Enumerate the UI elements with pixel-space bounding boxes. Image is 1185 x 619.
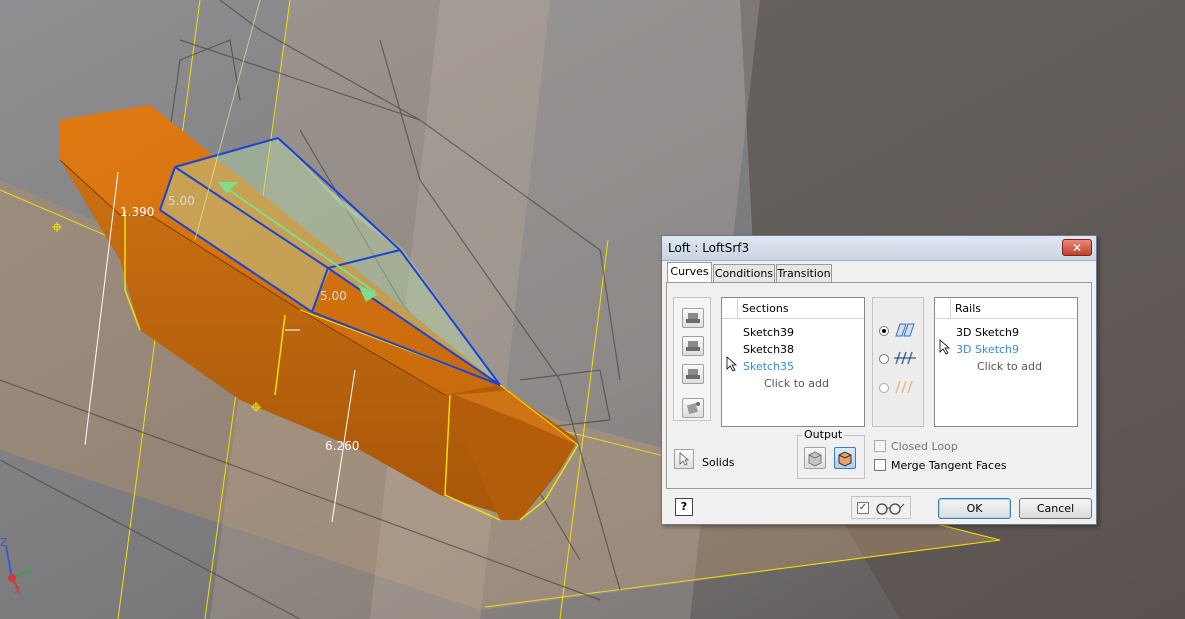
move-up-button[interactable] (682, 308, 704, 328)
rails-click-to-add[interactable]: Click to add (977, 360, 1042, 373)
triad-x-label: X (14, 586, 21, 597)
move-up-icon (686, 313, 700, 323)
reorder-button[interactable] (682, 364, 704, 384)
dimension-1390: 1.390 (120, 205, 154, 219)
dimension-500-b: 5.00 (320, 289, 347, 303)
area-loft-radio[interactable] (879, 383, 889, 393)
preview-group: ✓ (851, 496, 911, 519)
output-group: Output (797, 428, 865, 479)
rail-item[interactable]: 3D Sketch9 (956, 326, 1019, 339)
loft-dialog: Loft : LoftSrf3 ✕ Curves Conditions Tran… (661, 235, 1097, 525)
rail-item-highlighted[interactable]: 3D Sketch9 (956, 343, 1019, 356)
rails-list[interactable]: Rails 3D Sketch9 3D Sketch9 Click to add (934, 297, 1078, 427)
tab-transition[interactable]: Transition (776, 264, 832, 282)
help-button[interactable]: ? (675, 498, 693, 516)
rails-radio[interactable] (879, 326, 889, 336)
merge-tangent-checkbox[interactable] (874, 459, 886, 471)
solid-icon (808, 451, 822, 467)
cancel-button[interactable]: Cancel (1019, 498, 1092, 519)
tab-conditions[interactable]: Conditions (713, 264, 775, 282)
mouse-pointer-icon (939, 339, 951, 355)
dimension-6260: 6.260 (325, 439, 359, 453)
output-surface-button[interactable] (834, 447, 856, 469)
section-item-highlighted[interactable]: Sketch35 (743, 360, 794, 373)
section-item[interactable]: Sketch38 (743, 343, 794, 356)
dialog-title: Loft : LoftSrf3 (668, 241, 750, 255)
point-mapping-icon (686, 402, 700, 415)
rails-header: Rails (935, 298, 1077, 319)
closed-loop-label: Closed Loop (891, 440, 958, 453)
sections-header: Sections (722, 298, 864, 319)
loft-type-group (872, 297, 924, 427)
mouse-pointer-icon (726, 356, 738, 372)
solids-label: Solids (702, 456, 735, 469)
help-icon: ? (680, 500, 688, 513)
preview-checkbox[interactable]: ✓ (857, 502, 869, 514)
output-legend: Output (802, 428, 845, 441)
triad-z-label: Z (0, 536, 8, 549)
section-item[interactable]: Sketch39 (743, 326, 794, 339)
sections-list[interactable]: Sections Sketch39 Sketch38 Sketch35 Clic… (721, 297, 865, 427)
rails-header-label: Rails (955, 302, 981, 315)
curves-panel: Sections Sketch39 Sketch38 Sketch35 Clic… (666, 282, 1092, 489)
section-toolbar (673, 297, 711, 421)
glasses-icon (876, 503, 905, 515)
centerline-icon (894, 351, 916, 365)
ok-button[interactable]: OK (938, 498, 1011, 519)
reorder-icon (686, 369, 700, 379)
close-button[interactable]: ✕ (1062, 239, 1092, 256)
point-mapping-button[interactable] (682, 398, 704, 418)
move-down-button[interactable] (682, 336, 704, 356)
output-solid-button[interactable] (804, 447, 826, 469)
tab-curves[interactable]: Curves (667, 262, 712, 283)
solids-select-button[interactable] (674, 449, 694, 469)
rails-icon (895, 323, 915, 337)
move-down-icon (686, 341, 700, 351)
centerline-radio[interactable] (879, 354, 889, 364)
area-loft-icon (895, 380, 913, 394)
sections-click-to-add[interactable]: Click to add (764, 377, 829, 390)
surface-icon (838, 451, 852, 467)
cursor-arrow-icon (679, 452, 690, 466)
closed-loop-checkbox[interactable] (874, 440, 886, 452)
triad-y-label: Y (27, 565, 35, 576)
sections-header-label: Sections (742, 302, 789, 315)
dimension-500-a: 5.00 (168, 194, 195, 208)
dialog-titlebar[interactable]: Loft : LoftSrf3 ✕ (662, 236, 1096, 261)
merge-tangent-label: Merge Tangent Faces (891, 459, 1007, 472)
